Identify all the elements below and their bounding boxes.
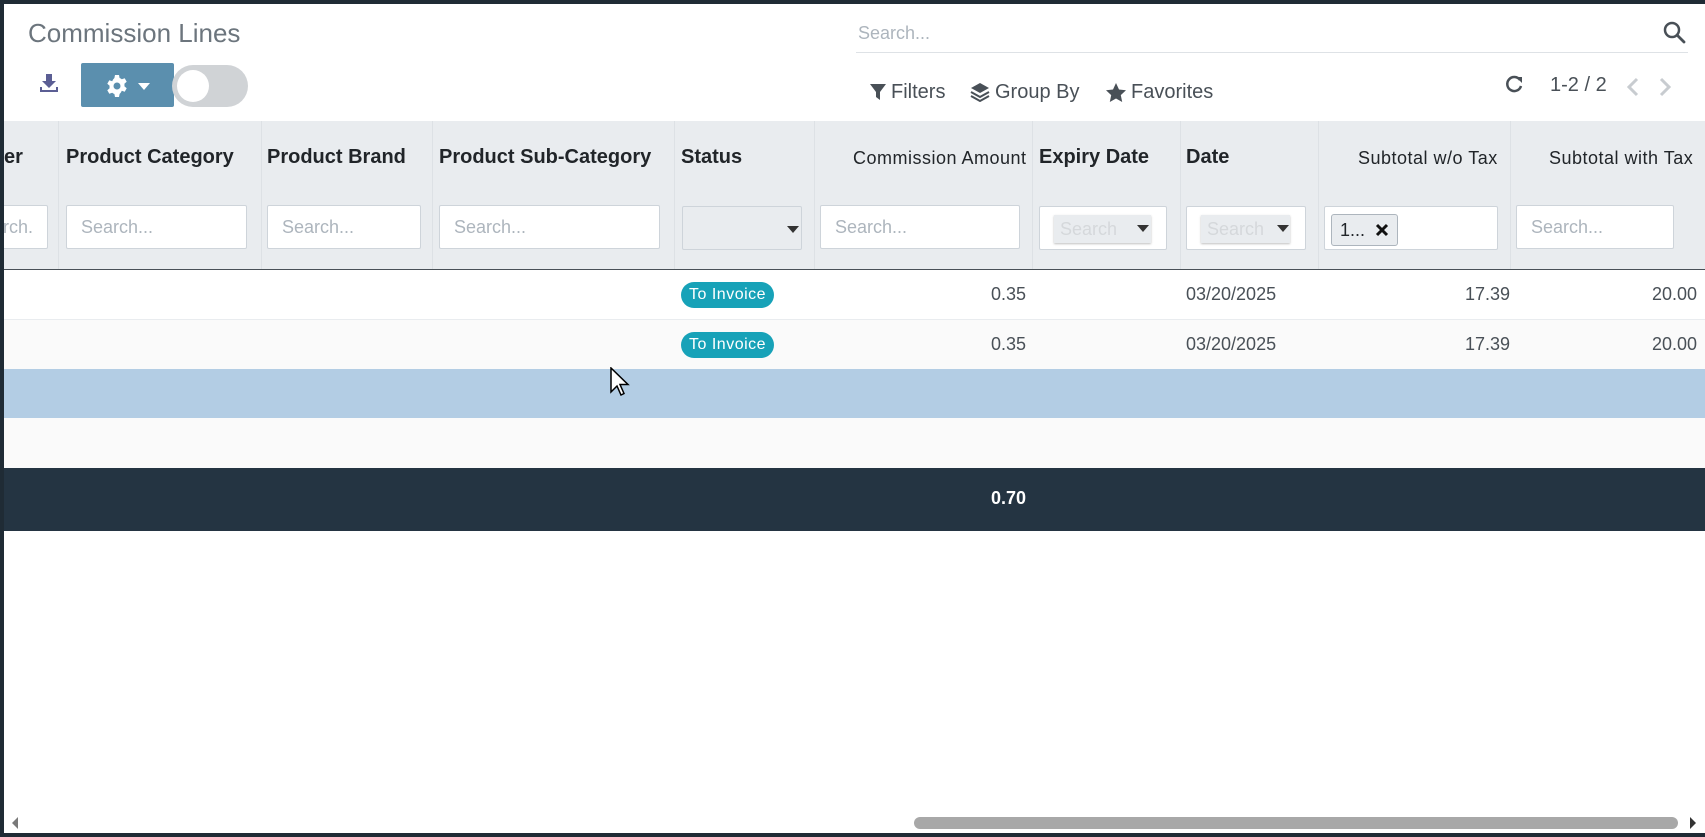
product-brand-filter-input[interactable] [267, 205, 421, 249]
status-filter-select[interactable] [682, 206, 802, 250]
empty-row-highlighted[interactable] [4, 369, 1705, 418]
column-header-date[interactable]: Date [1186, 146, 1229, 169]
filter-tag: 1... [1331, 214, 1399, 246]
chevron-down-icon [787, 226, 799, 233]
date-filter-select[interactable]: Search [1186, 206, 1306, 250]
status-badge: To Invoice [681, 332, 775, 358]
settings-dropdown-button[interactable] [81, 63, 174, 107]
column-header-expiry-date[interactable]: Expiry Date [1039, 146, 1149, 169]
download-icon [40, 74, 58, 92]
subtotal-wo-tax-cell: 17.39 [1465, 334, 1511, 354]
subtotal-wo-tax-filter-input[interactable]: 1... [1324, 206, 1498, 250]
filters-button[interactable]: Filters [870, 78, 945, 106]
table-row[interactable]: To Invoice 0.35 03/20/2025 17.39 20.00 [4, 270, 1705, 320]
group-by-label: Group By [995, 80, 1080, 103]
chevron-right-icon[interactable] [1658, 77, 1672, 97]
column-separator [1318, 121, 1319, 269]
commission-amount-cell: 0.35 [991, 334, 1027, 354]
date-cell: 03/20/2025 [1186, 284, 1277, 304]
subtotal-with-tax-cell: 20.00 [1652, 334, 1698, 354]
product-sub-category-filter-input[interactable] [439, 205, 660, 249]
search-icon[interactable] [1662, 20, 1686, 44]
search-bar [856, 14, 1688, 53]
view-toggle-switch[interactable] [172, 65, 248, 107]
chevron-down-icon [1137, 225, 1149, 232]
gear-icon [107, 75, 127, 97]
star-icon [1106, 82, 1126, 102]
column-header-product-category[interactable]: Product Category [66, 146, 234, 169]
subtotal-wo-tax-cell: 17.39 [1465, 284, 1511, 304]
filters-label: Filters [891, 80, 946, 103]
status-badge: To Invoice [681, 282, 775, 308]
expiry-date-filter-select[interactable]: Search [1039, 206, 1167, 250]
commission-amount-cell: 0.35 [991, 284, 1027, 304]
product-category-filter-input[interactable] [66, 205, 247, 249]
layers-icon [970, 83, 990, 102]
chevron-down-icon [138, 83, 150, 90]
empty-row [4, 418, 1705, 468]
commission-amount-filter-input[interactable] [820, 205, 1020, 249]
column-separator [1510, 121, 1511, 269]
scroll-right-arrow-icon[interactable] [1688, 816, 1698, 830]
column-separator [58, 121, 59, 269]
column-header-product-brand[interactable]: Product Brand [267, 146, 406, 169]
refresh-icon[interactable] [1504, 74, 1524, 94]
partial-filter-input[interactable] [4, 205, 48, 249]
group-by-button[interactable]: Group By [970, 78, 1079, 106]
column-header-subtotal-with-tax[interactable]: Subtotal with Tax [1549, 148, 1693, 169]
column-separator [432, 121, 433, 269]
favorites-label: Favorites [1131, 80, 1214, 103]
close-icon[interactable] [1375, 223, 1389, 237]
table-row[interactable]: To Invoice 0.35 03/20/2025 17.39 20.00 [4, 320, 1705, 369]
column-header-status[interactable]: Status [681, 146, 742, 169]
horizontal-scrollbar[interactable] [4, 809, 1705, 829]
column-header-commission-amount[interactable]: Commission Amount [853, 148, 1027, 169]
subtotal-with-tax-cell: 20.00 [1652, 284, 1698, 304]
column-header-partial[interactable]: er [4, 146, 23, 169]
column-separator [814, 121, 815, 269]
chevron-left-icon[interactable] [1626, 77, 1640, 97]
subtotal-with-tax-filter-input[interactable] [1516, 205, 1674, 249]
scrollbar-thumb[interactable] [914, 817, 1678, 829]
column-separator [1180, 121, 1181, 269]
pager-value[interactable]: 1-2 / 2 [1550, 74, 1607, 97]
filter-icon [870, 84, 886, 100]
filter-tag-label: 1... [1340, 220, 1366, 240]
chevron-down-icon [1277, 225, 1289, 232]
table-footer-totals: 0.70 [4, 468, 1705, 531]
column-separator [1032, 121, 1033, 269]
search-input[interactable] [856, 18, 1640, 48]
scroll-left-arrow-icon[interactable] [10, 816, 20, 830]
column-header-product-sub-category[interactable]: Product Sub-Category [439, 146, 651, 169]
date-cell: 03/20/2025 [1186, 334, 1277, 354]
commission-total: 0.70 [991, 488, 1027, 508]
favorites-button[interactable]: Favorites [1106, 78, 1213, 106]
mouse-cursor-icon [610, 367, 630, 397]
column-separator [261, 121, 262, 269]
column-separator [674, 121, 675, 269]
app-window: Commission Lines Filters Group By [4, 4, 1705, 833]
download-button[interactable] [38, 72, 66, 100]
toggle-knob [177, 70, 209, 102]
table-header: er Product Category Product Brand Produc… [4, 121, 1705, 271]
page-title: Commission Lines [28, 18, 241, 48]
column-header-subtotal-wo-tax[interactable]: Subtotal w/o Tax [1358, 148, 1498, 169]
